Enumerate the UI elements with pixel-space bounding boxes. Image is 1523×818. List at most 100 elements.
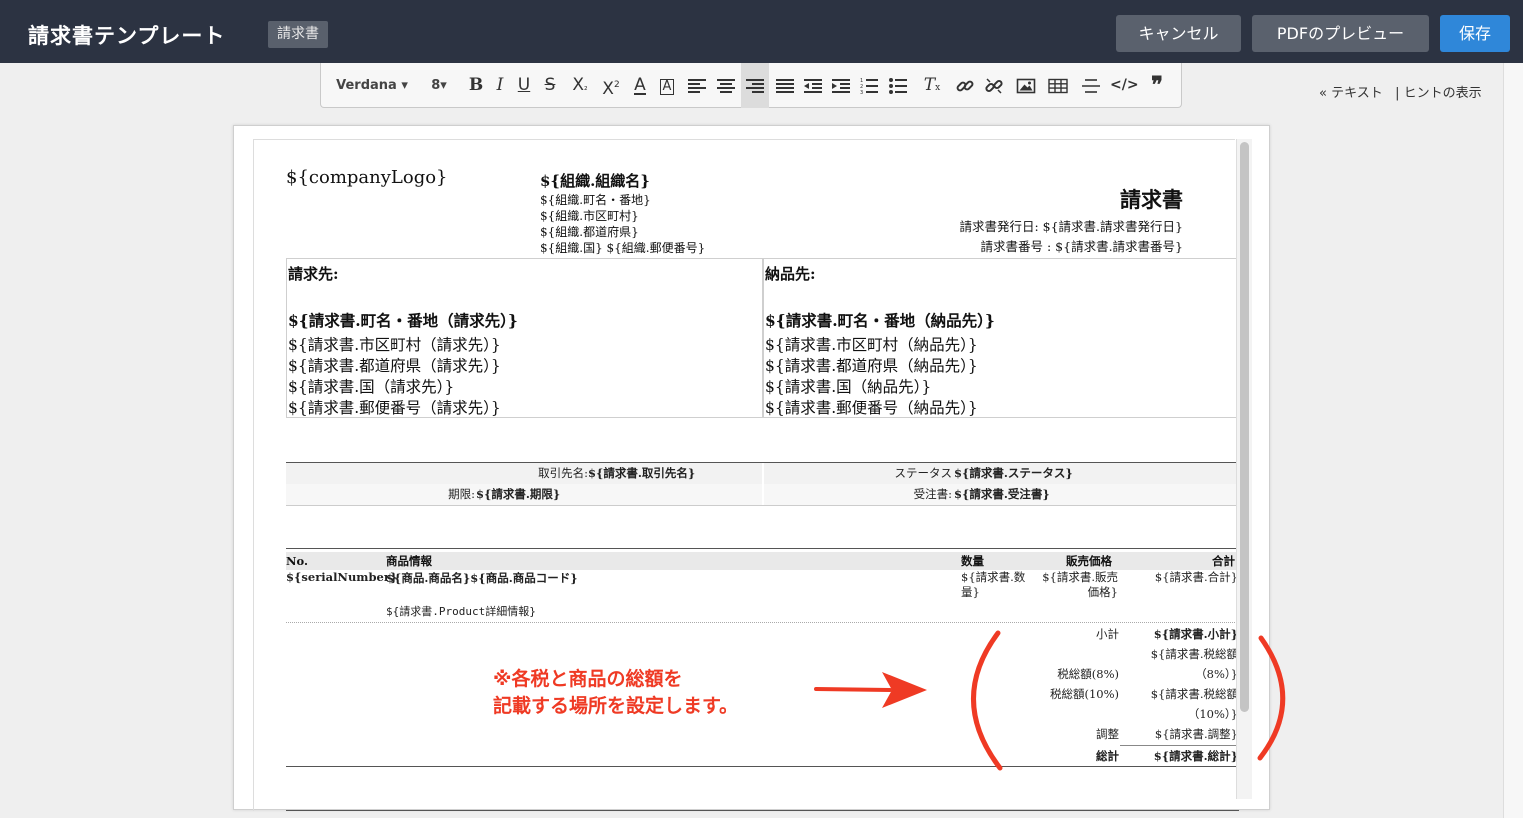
chevron-down-icon: ▾ bbox=[440, 78, 447, 93]
numbered-list-icon[interactable]: 123 bbox=[855, 63, 883, 108]
pdf-preview-button[interactable]: PDFのプレビュー bbox=[1252, 15, 1429, 52]
tax8-value-line2: （8%）} bbox=[1195, 667, 1238, 681]
underline-icon[interactable]: U bbox=[513, 63, 535, 108]
background-color-icon[interactable]: A bbox=[655, 63, 679, 108]
org-country-zip: ${組織.国} ${組織.郵便番号} bbox=[540, 241, 706, 255]
strikethrough-icon[interactable]: S bbox=[539, 63, 561, 108]
grand-total-label: 総計 bbox=[1096, 749, 1119, 763]
ship-country: ${請求書.国（納品先）} bbox=[765, 378, 932, 396]
template-editor[interactable]: ${companyLogo} ${組織.組織名} ${組織.町名・番地} ${組… bbox=[233, 125, 1270, 811]
row-qty-1: ${請求書.数 bbox=[961, 570, 1026, 584]
subscript-icon[interactable]: X₂ bbox=[567, 63, 593, 108]
bill-state: ${請求書.都道府県（請求先）} bbox=[288, 357, 501, 375]
invoice-issue-date: 請求書発行日: ${請求書.請求書発行日} bbox=[959, 219, 1183, 234]
annotation-text: ※各税と商品の総額を 記載する場所を設定します。 bbox=[493, 666, 738, 720]
account-label: 取引先名: bbox=[538, 466, 588, 480]
superscript-icon[interactable]: X2 bbox=[598, 63, 624, 108]
bill-to-box: 請求先: ${請求書.町名・番地（請求先）} ${請求書.市区町村（請求先）} … bbox=[286, 258, 763, 418]
page-scrollbar[interactable] bbox=[1503, 63, 1523, 818]
order-value: ${請求書.受注書} bbox=[954, 487, 1050, 501]
font-color-icon[interactable]: A bbox=[628, 63, 652, 108]
unlink-icon[interactable] bbox=[981, 63, 1007, 108]
font-family-dropdown[interactable]: Verdana ▾ bbox=[335, 63, 409, 108]
invoice-document: ${companyLogo} ${組織.組織名} ${組織.町名・番地} ${組… bbox=[253, 139, 1239, 811]
col-header-total: 合計 bbox=[1212, 554, 1235, 568]
divider bbox=[286, 766, 1239, 767]
font-size-dropdown[interactable]: 8▾ bbox=[425, 63, 453, 108]
clear-format-icon[interactable]: Tx bbox=[919, 63, 945, 108]
bullet-list-icon[interactable] bbox=[884, 63, 912, 108]
status-value: ${請求書.ステータス} bbox=[954, 466, 1073, 480]
tax10-value-line2: （10%）} bbox=[1187, 707, 1238, 721]
bill-city: ${請求書.市区町村（請求先）} bbox=[288, 336, 501, 354]
indent-icon[interactable] bbox=[827, 63, 855, 108]
bill-zip: ${請求書.郵便番号（請求先）} bbox=[288, 399, 501, 417]
show-hints-link[interactable]: ヒントの表示 bbox=[1404, 86, 1482, 101]
image-icon[interactable] bbox=[1013, 63, 1039, 108]
adjustment-label: 調整 bbox=[1096, 727, 1119, 741]
horizontal-rule-icon[interactable] bbox=[1078, 63, 1104, 108]
status-label: ステータス bbox=[894, 466, 953, 480]
outdent-icon[interactable] bbox=[799, 63, 827, 108]
divider bbox=[286, 810, 1239, 811]
company-logo-placeholder: ${companyLogo} bbox=[286, 167, 448, 188]
ship-state: ${請求書.都道府県（納品先）} bbox=[765, 357, 978, 375]
due-row: 期限: ${請求書.期限} bbox=[286, 484, 762, 505]
bill-to-heading: 請求先: bbox=[288, 265, 339, 283]
row-price-2: 価格} bbox=[1087, 585, 1118, 599]
org-city: ${組織.市区町村} bbox=[540, 209, 639, 223]
status-row: ステータス ${請求書.ステータス} bbox=[764, 463, 1239, 484]
source-code-icon[interactable]: </> bbox=[1110, 63, 1139, 108]
editor-scrollbar[interactable] bbox=[1236, 139, 1252, 799]
blockquote-icon[interactable]: ❞ bbox=[1144, 63, 1170, 108]
divider bbox=[286, 548, 1239, 549]
align-center-icon[interactable] bbox=[712, 63, 740, 108]
subtotal-label: 小計 bbox=[1096, 627, 1119, 641]
ship-to-heading: 納品先: bbox=[765, 265, 816, 283]
invoice-title: 請求書 bbox=[1120, 187, 1183, 212]
link-separator: | bbox=[1395, 86, 1400, 101]
bill-country: ${請求書.国（請求先）} bbox=[288, 378, 455, 396]
editor-scroll-thumb[interactable] bbox=[1240, 142, 1249, 712]
module-badge: 請求書 bbox=[268, 21, 328, 48]
chevron-down-icon: ▾ bbox=[401, 78, 408, 93]
row-detail: ${請求書.Product詳細情報} bbox=[386, 605, 536, 618]
save-button[interactable]: 保存 bbox=[1440, 15, 1510, 52]
divider bbox=[286, 505, 1239, 506]
col-header-no: No. bbox=[286, 554, 308, 568]
ship-street: ${請求書.町名・番地（納品先）} bbox=[765, 311, 995, 330]
annotation-line-2: 記載する場所を設定します。 bbox=[493, 695, 739, 717]
page-title: 請求書テンプレート bbox=[28, 24, 226, 48]
org-street: ${組織.町名・番地} bbox=[540, 193, 651, 207]
align-left-icon[interactable] bbox=[683, 63, 711, 108]
editor-toolbar: Verdana ▾ 8▾ B I U S X₂ X2 A A 123 Tx </… bbox=[320, 63, 1182, 108]
text-mode-link[interactable]: « テキスト bbox=[1319, 86, 1383, 101]
tax10-label: 税総額(10%) bbox=[1049, 687, 1119, 701]
align-right-icon[interactable] bbox=[741, 63, 769, 108]
font-size-value: 8 bbox=[431, 78, 441, 93]
order-label: 受注書: bbox=[913, 487, 952, 501]
table-icon[interactable] bbox=[1045, 63, 1071, 108]
bold-icon[interactable]: B bbox=[465, 63, 487, 108]
col-header-product: 商品情報 bbox=[386, 554, 432, 568]
font-family-value: Verdana bbox=[336, 78, 397, 93]
subtotal-value: ${請求書.小計} bbox=[1153, 627, 1238, 641]
row-total: ${請求書.合計} bbox=[1154, 570, 1238, 584]
link-icon[interactable] bbox=[952, 63, 978, 108]
tax10-value-line1: ${請求書.税総額 bbox=[1150, 687, 1238, 701]
account-row: 取引先名: ${請求書.取引先名} bbox=[286, 463, 762, 484]
due-label: 期限: bbox=[448, 487, 475, 501]
col-header-qty: 数量 bbox=[961, 554, 984, 568]
row-qty-2: 量} bbox=[961, 585, 980, 599]
align-justify-icon[interactable] bbox=[771, 63, 799, 108]
tax8-value-line1: ${請求書.税総額 bbox=[1150, 647, 1238, 661]
cancel-button[interactable]: キャンセル bbox=[1116, 15, 1241, 52]
org-state: ${組織.都道府県} bbox=[540, 225, 639, 239]
order-row: 受注書: ${請求書.受注書} bbox=[764, 484, 1239, 505]
tax8-label: 税総額(8%) bbox=[1057, 667, 1119, 681]
annotation-line-1: ※各税と商品の総額を bbox=[493, 668, 683, 690]
svg-text:3: 3 bbox=[860, 90, 863, 94]
ship-zip: ${請求書.郵便番号（納品先）} bbox=[765, 399, 978, 417]
invoice-number: 請求書番号 : ${請求書.請求書番号} bbox=[980, 239, 1184, 254]
italic-icon[interactable]: I bbox=[489, 63, 511, 108]
